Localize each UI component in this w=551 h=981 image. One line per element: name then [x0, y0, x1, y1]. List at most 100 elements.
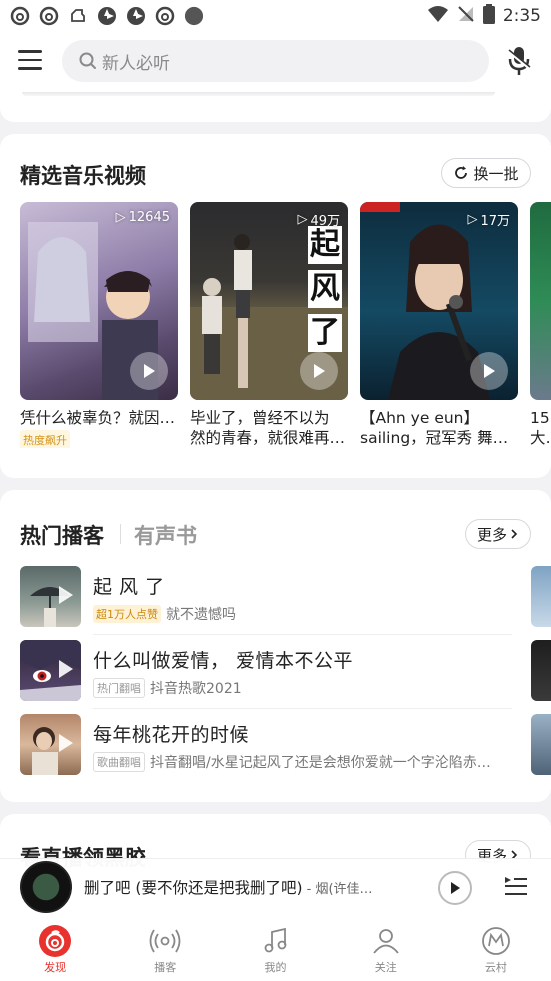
now-playing-text: 删了吧 (要不你还是把我删了吧) - 烟(许佳… — [84, 876, 394, 898]
podcast-cover — [20, 714, 81, 775]
video-title: 【Ahn ye eun】 sailing，冠军秀 舞台… — [360, 409, 518, 447]
play-count: ▷ 17万 — [467, 212, 510, 229]
video-thumbnail: ▷ 17万 — [360, 202, 518, 400]
play-icon — [59, 660, 73, 678]
podcast-cover — [20, 640, 81, 701]
play-icon — [314, 364, 325, 378]
play-icon — [59, 734, 73, 752]
podcast-subtitle: 热门翻唱 抖音热歌2021 — [93, 678, 513, 698]
artist-name: - 烟(许佳… — [302, 882, 373, 897]
play-count-icon: ▷ — [115, 210, 126, 225]
video-thumbnail: ▷ 12645 — [20, 202, 178, 400]
more-button[interactable]: 更多 — [465, 519, 531, 549]
song-title: 删了吧 (要不你还是把我删了吧) — [84, 879, 303, 897]
follow-icon — [369, 924, 403, 958]
music-note-icon — [259, 924, 293, 958]
podcast-title: 每年桃花开的时候 — [93, 724, 250, 746]
search-input[interactable]: 新人必听 — [62, 40, 489, 82]
play-button[interactable] — [438, 871, 472, 905]
search-icon — [79, 52, 96, 69]
overlay-text: 起 风 了 — [308, 226, 342, 352]
no-signal-icon — [457, 5, 475, 28]
podcast-icon — [148, 924, 182, 958]
play-button[interactable] — [300, 352, 338, 390]
cloud-icon — [68, 6, 88, 26]
tab-hot-podcasts[interactable]: 热门播客 — [20, 520, 104, 550]
play-button[interactable] — [470, 352, 508, 390]
hot-tag: 热度飙升 — [20, 430, 70, 448]
playlist-icon[interactable] — [503, 873, 529, 899]
battery-icon — [482, 3, 495, 29]
dot-icon — [184, 6, 204, 26]
podcast-item[interactable]: 每年桃花开的时候 歌曲翻唱 抖音翻唱/水星记起风了还是会想你爱就一个字沦陷赤… — [20, 714, 512, 776]
nav-label: 发现 — [44, 961, 67, 974]
video-card[interactable]: ▷ 12645 凭什么被辜负？就因… 热度飙升 — [20, 202, 178, 448]
podcast-cover — [20, 566, 81, 627]
video-section-title: 精选音乐视频 — [20, 164, 146, 188]
netease-icon — [10, 6, 30, 26]
play-icon — [451, 882, 460, 894]
podcast-item[interactable]: 什么叫做爱情， 爱情本不公平 热门翻唱 抖音热歌2021 — [20, 640, 513, 709]
play-button[interactable] — [130, 352, 168, 390]
nav-mine[interactable]: 我的 — [220, 916, 330, 981]
aperture-icon — [126, 6, 146, 26]
podcast-item[interactable]: 起 风 了 超1万人点赞 就不遗憾吗 — [20, 566, 513, 635]
chevron-right-icon — [511, 529, 518, 539]
podcast-title: 什么叫做爱情， 爱情本不公平 — [93, 650, 354, 672]
refresh-icon — [455, 166, 468, 179]
video-card[interactable]: 起 风 了 ▷ 49万 毕业了，曾经不以为 然的青春，就很难再… — [190, 202, 348, 448]
nav-discover[interactable]: 发现 — [0, 916, 110, 981]
tab-audiobooks[interactable]: 有声书 — [134, 520, 197, 550]
nav-label: 关注 — [374, 961, 397, 974]
nav-label: 播客 — [154, 961, 177, 974]
video-thumbnail: 起 风 了 ▷ 49万 — [190, 202, 348, 400]
podcast-cover-peek — [531, 566, 551, 627]
nav-follow[interactable]: 关注 — [331, 916, 441, 981]
refresh-label: 换一批 — [473, 164, 519, 183]
play-count: ▷ 12645 — [115, 210, 170, 225]
play-count: ▷ 49万 — [297, 212, 340, 229]
podcast-tag: 歌曲翻唱 — [93, 752, 145, 772]
netease-icon — [155, 6, 175, 26]
village-icon — [479, 924, 513, 958]
search-placeholder: 新人必听 — [102, 53, 170, 74]
podcast-tag: 热门翻唱 — [93, 678, 145, 698]
podcast-subtitle: 歌曲翻唱 抖音翻唱/水星记起风了还是会想你爱就一个字沦陷赤… — [93, 752, 513, 772]
nav-label: 云村 — [484, 961, 507, 974]
play-count-icon: ▷ — [297, 212, 308, 227]
netease-icon — [39, 6, 59, 26]
refresh-button[interactable]: 换一批 — [441, 158, 531, 188]
podcast-cover-peek — [531, 714, 551, 775]
album-disc — [20, 861, 72, 913]
aperture-icon — [97, 6, 117, 26]
status-time: 2:35 — [502, 6, 541, 26]
nav-podcast[interactable]: 播客 — [110, 916, 220, 981]
microphone-icon[interactable] — [505, 45, 533, 77]
video-thumbnail — [530, 202, 551, 400]
status-bar: 2:35 — [0, 0, 551, 32]
video-title: 15 大喜 — [530, 409, 551, 447]
bottom-nav: 发现 播客 我的 关注 云村 — [0, 916, 551, 981]
nav-village[interactable]: 云村 — [441, 916, 551, 981]
tab-divider — [120, 524, 121, 544]
play-count-icon: ▷ — [467, 212, 478, 227]
play-icon — [484, 364, 495, 378]
play-icon — [144, 364, 155, 378]
previous-section-edge — [0, 92, 551, 122]
podcast-title: 起 风 了 — [93, 576, 165, 598]
podcast-subtitle: 超1万人点赞 就不遗憾吗 — [93, 604, 513, 624]
video-card[interactable]: ▷ 17万 【Ahn ye eun】 sailing，冠军秀 舞台… — [360, 202, 518, 448]
video-card[interactable]: 15 大喜 — [530, 202, 551, 448]
video-title: 毕业了，曾经不以为 然的青春，就很难再… — [190, 409, 346, 447]
top-bar: 新人必听 — [0, 32, 551, 92]
podcast-cover-peek — [531, 640, 551, 701]
wifi-icon — [427, 5, 449, 28]
discover-icon — [38, 924, 72, 958]
menu-icon[interactable] — [18, 50, 42, 72]
nav-label: 我的 — [264, 961, 287, 974]
podcast-tag: 超1万人点赞 — [93, 605, 161, 623]
play-icon — [59, 586, 73, 604]
video-title: 凭什么被辜负？就因… 热度飙升 — [20, 408, 178, 448]
more-label: 更多 — [476, 525, 507, 544]
mini-player[interactable]: 删了吧 (要不你还是把我删了吧) - 烟(许佳… — [0, 858, 551, 916]
